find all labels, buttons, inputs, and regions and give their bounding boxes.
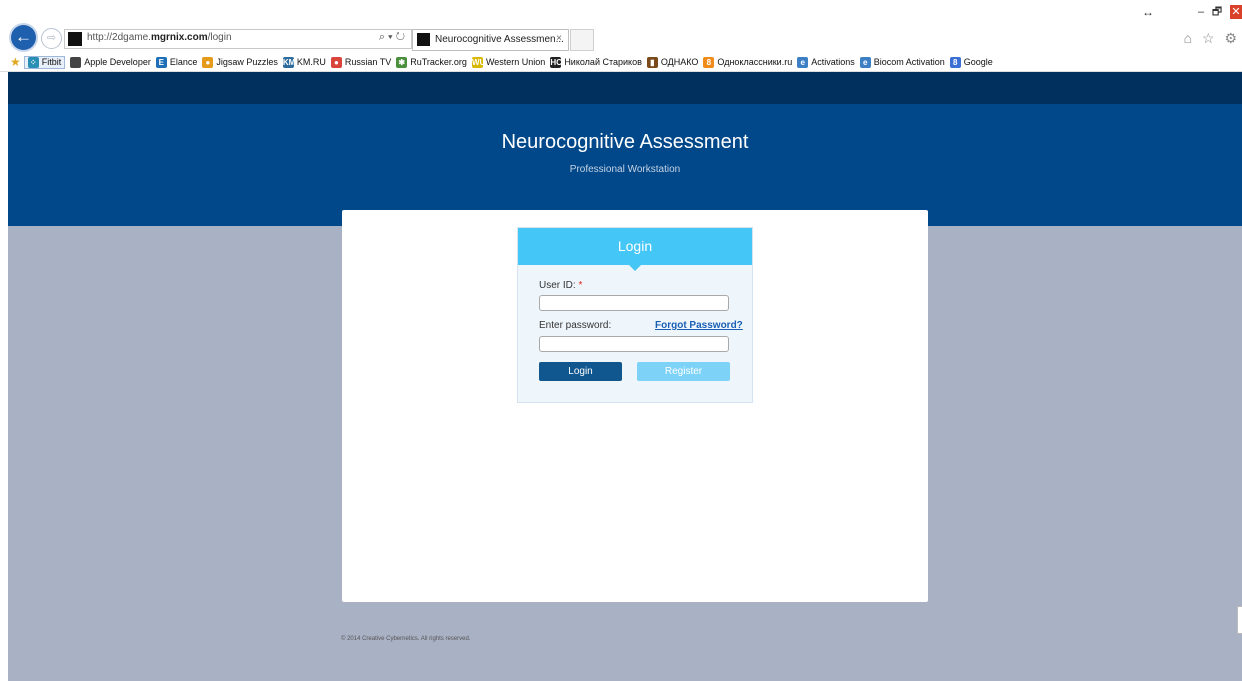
register-button[interactable]: Register [637, 362, 730, 381]
login-form: Login User ID: * Enter password: Forgot … [517, 227, 753, 403]
page-title: Neurocognitive Assessment [501, 131, 749, 153]
resize-icon[interactable]: ↔ [1142, 5, 1154, 19]
forgot-password-link[interactable]: Forgot Password? [655, 320, 743, 331]
favorite-item[interactable]: 8 Google [949, 56, 993, 68]
favorite-label: Google [963, 57, 993, 67]
google-icon: 8 [949, 56, 961, 68]
favorite-label: Biocom Activation [873, 57, 945, 67]
favorite-label: Fitbit [41, 57, 62, 67]
favorite-label: Apple Developer [84, 57, 151, 67]
favorite-label: Одноклассники.ru [717, 57, 793, 67]
favorites-bar: ★ ⁘ Fitbit Apple Developer E Elance ● Jigsaw P… [0, 53, 1242, 72]
favorite-label: Activations [811, 57, 855, 67]
odnako-icon: ▮ [646, 56, 658, 68]
western-union-icon: WU [471, 56, 486, 68]
ie-page-icon: e [797, 56, 809, 68]
tab-neurocognitive[interactable]: Neurocognitive Assessmen... × [412, 29, 569, 51]
password-input[interactable] [539, 336, 729, 352]
favorite-item[interactable]: ● Jigsaw Puzzles [202, 56, 278, 68]
favorite-label: Russian TV [344, 57, 392, 67]
restore-button[interactable]: 🗗 [1210, 3, 1224, 22]
minimize-button[interactable]: – [1194, 6, 1208, 18]
apple-icon [70, 56, 82, 68]
back-button[interactable]: ← [11, 25, 36, 50]
starikov-icon: НС [550, 56, 562, 68]
footer-copyright: © 2014 Creative Cybernetics. All rights … [341, 636, 471, 642]
favorite-item[interactable]: e Activations [797, 56, 855, 68]
favorite-item[interactable]: ⁘ Fitbit [23, 55, 66, 69]
password-label: Enter password: [539, 320, 612, 331]
site-favicon-icon [68, 32, 82, 46]
close-window-button[interactable]: ✕ [1230, 5, 1242, 19]
tab-favicon-icon [417, 33, 430, 46]
search-refresh-icon[interactable]: ⌕ ▾ ↻ [379, 31, 405, 44]
favorite-label: ОДНАКО [660, 57, 699, 67]
favorite-label: Jigsaw Puzzles [216, 57, 278, 67]
side-scroll-tab[interactable] [1237, 606, 1242, 634]
favorite-item[interactable]: WU Western Union [471, 56, 546, 68]
favorite-label: Николай Стариков [564, 57, 642, 67]
favorite-label: KM.RU [296, 57, 326, 67]
favorite-label: RuTracker.org [410, 57, 467, 67]
address-bar[interactable]: http://2dgame.mgrnix.com/login ⌕ ▾ ↻ [64, 29, 412, 49]
favorite-item[interactable]: E Elance [155, 56, 198, 68]
elance-icon: E [155, 56, 167, 68]
close-tab-icon[interactable]: × [556, 33, 562, 44]
favorite-label: Western Union [485, 57, 546, 67]
ie-page-icon: e [859, 56, 871, 68]
login-header: Login [518, 228, 752, 271]
russian-tv-icon: ● [330, 56, 342, 68]
new-tab-button[interactable] [570, 29, 594, 51]
tab-title: Neurocognitive Assessmen... [435, 34, 564, 45]
login-button[interactable]: Login [539, 362, 622, 381]
kmru-icon: KM [282, 56, 296, 68]
favorite-item[interactable]: ● Russian TV [330, 56, 392, 68]
fitbit-icon: ⁘ [27, 56, 39, 68]
favorite-item[interactable]: НС Николай Стариков [550, 56, 642, 68]
rutracker-icon: ✱ [396, 56, 408, 68]
address-url[interactable]: http://2dgame.mgrnix.com/login [87, 32, 232, 43]
required-mark: * [578, 280, 583, 291]
odnoklassniki-icon: 8 [703, 56, 715, 68]
jigsaw-icon: ● [202, 56, 214, 68]
user-id-label: User ID: * [539, 280, 583, 291]
favorite-label: Elance [169, 57, 198, 67]
home-favorites-settings-icons[interactable]: ⌂ ☆ ⚙ [1184, 30, 1240, 47]
favorite-item[interactable]: e Biocom Activation [859, 56, 945, 68]
favorite-item[interactable]: KM KM.RU [282, 56, 326, 68]
favorites-star-icon[interactable]: ★ [10, 55, 21, 69]
page-subtitle: Professional Workstation [569, 164, 681, 175]
favorite-item[interactable]: 8 Одноклассники.ru [703, 56, 793, 68]
top-navigation-bar [8, 72, 1242, 104]
forward-button[interactable]: ⇨ [41, 28, 62, 49]
favorite-item[interactable]: Apple Developer [70, 56, 151, 68]
user-id-input[interactable] [539, 295, 729, 311]
window-controls: ↔ – 🗗 ✕ [1142, 4, 1242, 20]
favorite-item[interactable]: ▮ ОДНАКО [646, 56, 699, 68]
window-title-bar [0, 0, 1242, 22]
favorite-item[interactable]: ✱ RuTracker.org [396, 56, 467, 68]
